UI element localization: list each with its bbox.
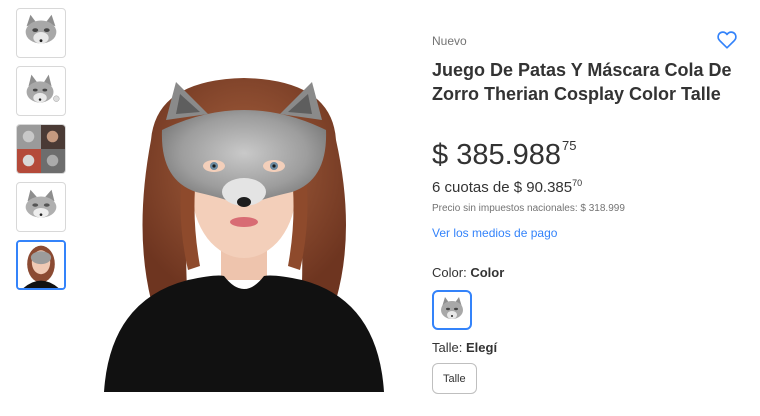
color-label-value: Color — [470, 265, 505, 280]
thumbnail-mask-side[interactable] — [16, 66, 66, 116]
model-mask-icon — [18, 242, 64, 288]
size-option-button[interactable]: Talle — [432, 363, 477, 394]
size-label-value: Elegí — [465, 340, 498, 355]
fox-mask-icon — [441, 297, 463, 319]
installments-text: 6 cuotas de $ 90.385 — [432, 179, 573, 196]
model-wearing-fox-mask-image — [104, 78, 384, 392]
color-label-key: Color: — [432, 265, 467, 280]
fox-mask-icon — [25, 14, 57, 44]
taxless-price: Precio sin impuestos nacionales: $ 318.9… — [432, 203, 625, 214]
price: $ 385.98875 — [432, 138, 577, 172]
heart-icon — [717, 31, 737, 49]
product-title: Juego De Patas Y Máscara Cola De Zorro T… — [432, 60, 732, 104]
price-currency: $ — [432, 139, 449, 171]
thumbnail-model-wearing-mask[interactable] — [16, 240, 66, 290]
thumbnail-mask-front[interactable] — [16, 8, 66, 58]
main-product-image[interactable] — [96, 70, 392, 392]
costume-collage-icon — [17, 125, 65, 173]
price-integer: 385.988 — [456, 139, 562, 171]
thumbnail-gallery — [16, 8, 68, 298]
color-label: Color: Color — [432, 265, 504, 280]
installments-cents: 70 — [572, 178, 583, 188]
fox-mask-icon — [26, 74, 60, 103]
fox-mask-icon — [25, 189, 57, 218]
condition-label: Nuevo — [432, 34, 467, 48]
thumbnail-costume-set[interactable] — [16, 124, 66, 174]
size-label: Talle: Elegí — [432, 340, 497, 355]
color-swatch[interactable] — [432, 290, 472, 330]
price-cents: 75 — [562, 138, 577, 153]
installments: 6 cuotas de $ 90.38570 — [432, 178, 582, 196]
favorite-button[interactable] — [715, 28, 739, 52]
size-label-key: Talle: — [432, 340, 463, 355]
thumbnail-mask-flat[interactable] — [16, 182, 66, 232]
payment-methods-link[interactable]: Ver los medios de pago — [432, 226, 557, 240]
